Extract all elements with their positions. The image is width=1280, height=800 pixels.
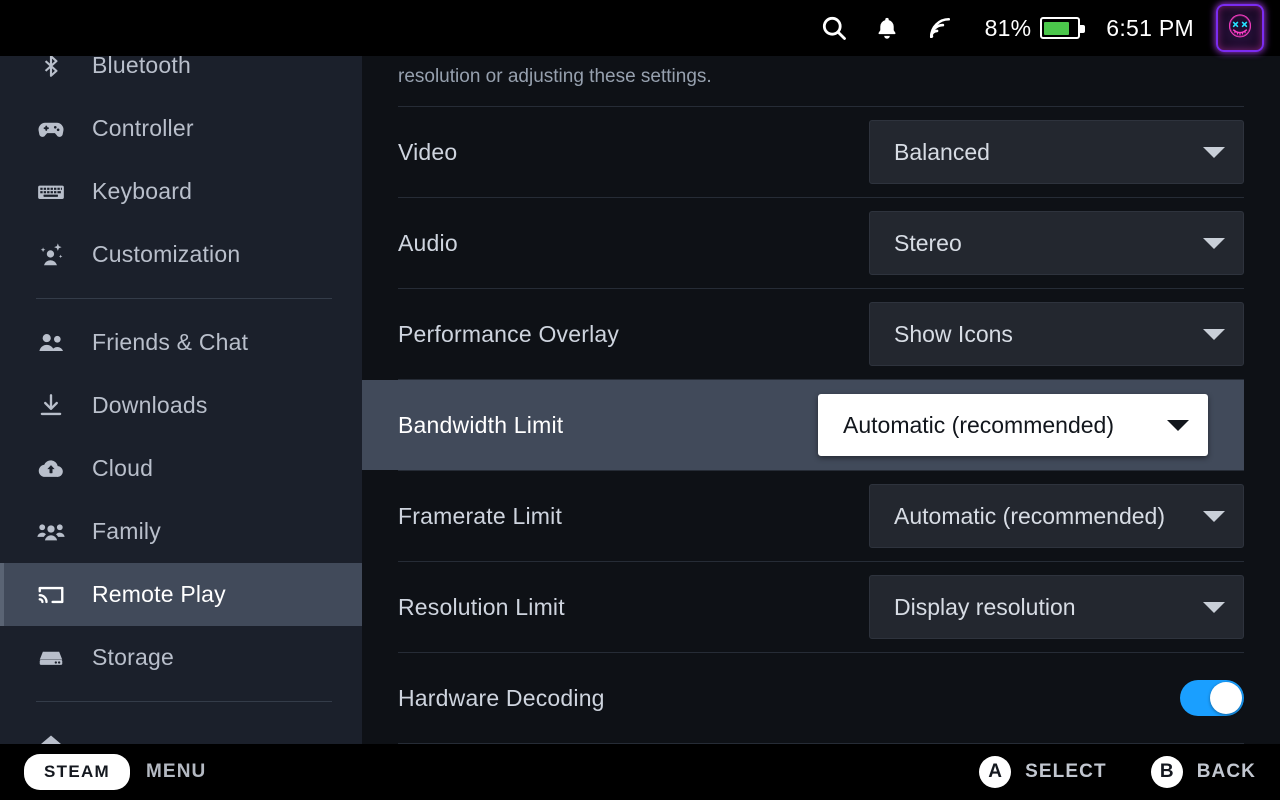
sidebar-item-label: Storage xyxy=(92,644,174,671)
sidebar-item-label: Cloud xyxy=(92,455,153,482)
sidebar-item-remote-play[interactable]: Remote Play xyxy=(0,563,362,626)
settings-row-hardware-decoding[interactable]: Hardware Decoding xyxy=(362,653,1280,743)
download-icon xyxy=(34,389,68,423)
sidebar-item-storage[interactable]: Storage xyxy=(0,626,362,689)
row-label: Performance Overlay xyxy=(398,321,869,348)
sidebar-item-customization[interactable]: Customization xyxy=(0,223,362,286)
battery-fill xyxy=(1044,22,1068,35)
search-icon[interactable] xyxy=(820,14,848,42)
settings-row-performance-overlay[interactable]: Performance Overlay Show Icons xyxy=(362,289,1280,379)
cast-screen-icon xyxy=(34,578,68,612)
dropdown-value: Automatic (recommended) xyxy=(843,412,1114,439)
action-hint-label: BACK xyxy=(1197,761,1256,783)
sidebar-item-keyboard[interactable]: Keyboard xyxy=(0,160,362,223)
action-hint-label: SELECT xyxy=(1025,761,1107,783)
controller-hints: A SELECT B BACK xyxy=(935,756,1256,788)
row-label: Resolution Limit xyxy=(398,594,869,621)
dropdown-video[interactable]: Balanced xyxy=(869,120,1244,184)
sidebar-item-label: Family xyxy=(92,518,161,545)
bluetooth-icon xyxy=(34,56,68,83)
sidebar-divider xyxy=(36,298,332,299)
chevron-down-icon xyxy=(1203,602,1225,613)
toggle-knob xyxy=(1210,682,1242,714)
family-group-icon xyxy=(34,515,68,549)
dropdown-value: Automatic (recommended) xyxy=(894,503,1165,530)
dropdown-value: Stereo xyxy=(894,230,962,257)
battery-icon xyxy=(1040,17,1080,39)
home-icon xyxy=(34,729,68,745)
intro-description: resolution or adjusting these settings. xyxy=(362,56,1280,90)
settings-row-resolution-limit[interactable]: Resolution Limit Display resolution xyxy=(362,562,1280,652)
chevron-down-icon xyxy=(1203,238,1225,249)
bell-icon[interactable] xyxy=(874,14,900,42)
settings-row-audio[interactable]: Audio Stereo xyxy=(362,198,1280,288)
row-label: Framerate Limit xyxy=(398,503,869,530)
row-label: Hardware Decoding xyxy=(398,685,1180,712)
settings-row-video[interactable]: Video Balanced xyxy=(362,107,1280,197)
sidebar-item-clipped[interactable] xyxy=(0,714,362,744)
clock-time: 6:51 PM xyxy=(1106,15,1194,42)
steam-button[interactable]: STEAM xyxy=(24,754,130,790)
dropdown-value: Display resolution xyxy=(894,594,1076,621)
gamepad-icon xyxy=(34,112,68,146)
sidebar-item-controller[interactable]: Controller xyxy=(0,97,362,160)
chevron-down-icon xyxy=(1203,511,1225,522)
action-hint-back[interactable]: B BACK xyxy=(1151,756,1256,788)
chevron-down-icon xyxy=(1203,329,1225,340)
settings-rows: Video Balanced Audio Stereo Performance Over… xyxy=(362,106,1280,744)
row-label: Bandwidth Limit xyxy=(398,412,818,439)
wifi-signal-icon[interactable] xyxy=(926,14,954,42)
settings-sidebar[interactable]: Bluetooth Controller Keyboard Customization… xyxy=(0,56,362,744)
toggle-hardware-decoding[interactable] xyxy=(1180,680,1244,716)
sidebar-item-family[interactable]: Family xyxy=(0,500,362,563)
row-label: Audio xyxy=(398,230,869,257)
steam-deck-settings-screen: 81% 6:51 PM Bluetoot xyxy=(0,0,1280,800)
status-bar: 81% 6:51 PM xyxy=(0,0,1280,56)
dropdown-bandwidth-limit[interactable]: Automatic (recommended) xyxy=(818,394,1208,456)
sidebar-item-label: Friends & Chat xyxy=(92,329,248,356)
dropdown-value: Balanced xyxy=(894,139,990,166)
two-people-icon xyxy=(34,326,68,360)
chevron-down-icon xyxy=(1167,420,1189,431)
sparkle-person-icon xyxy=(34,238,68,272)
button-glyph-a: A xyxy=(979,756,1011,788)
action-hint-select[interactable]: A SELECT xyxy=(979,756,1107,788)
sidebar-item-label: Keyboard xyxy=(92,178,192,205)
battery-percentage: 81% xyxy=(985,15,1032,42)
sidebar-item-label: Controller xyxy=(92,115,194,142)
settings-row-bandwidth-limit[interactable]: Bandwidth Limit Automatic (recommended) xyxy=(362,380,1244,470)
dropdown-performance-overlay[interactable]: Show Icons xyxy=(869,302,1244,366)
bottom-action-bar: STEAM MENU A SELECT B BACK xyxy=(0,744,1280,800)
sidebar-item-friends-chat[interactable]: Friends & Chat xyxy=(0,311,362,374)
sidebar-item-label: Remote Play xyxy=(92,581,226,608)
hard-drive-icon xyxy=(34,641,68,675)
dropdown-framerate-limit[interactable]: Automatic (recommended) xyxy=(869,484,1244,548)
cloud-upload-icon xyxy=(34,452,68,486)
dropdown-resolution-limit[interactable]: Display resolution xyxy=(869,575,1244,639)
row-label: Video xyxy=(398,139,869,166)
menu-label: MENU xyxy=(146,761,206,783)
sidebar-item-label: Customization xyxy=(92,241,240,268)
dropdown-value: Show Icons xyxy=(894,321,1013,348)
sidebar-item-label: Bluetooth xyxy=(92,56,191,79)
sidebar-item-cloud[interactable]: Cloud xyxy=(0,437,362,500)
dropdown-audio[interactable]: Stereo xyxy=(869,211,1244,275)
sidebar-divider xyxy=(36,701,332,702)
sidebar-item-label: Downloads xyxy=(92,392,208,419)
keyboard-icon xyxy=(34,175,68,209)
avatar[interactable] xyxy=(1216,4,1264,52)
button-glyph-b: B xyxy=(1151,756,1183,788)
chevron-down-icon xyxy=(1203,147,1225,158)
sidebar-item-bluetooth[interactable]: Bluetooth xyxy=(0,56,362,97)
settings-row-framerate-limit[interactable]: Framerate Limit Automatic (recommended) xyxy=(362,471,1280,561)
sidebar-item-downloads[interactable]: Downloads xyxy=(0,374,362,437)
settings-content-panel: resolution or adjusting these settings. … xyxy=(362,56,1280,744)
